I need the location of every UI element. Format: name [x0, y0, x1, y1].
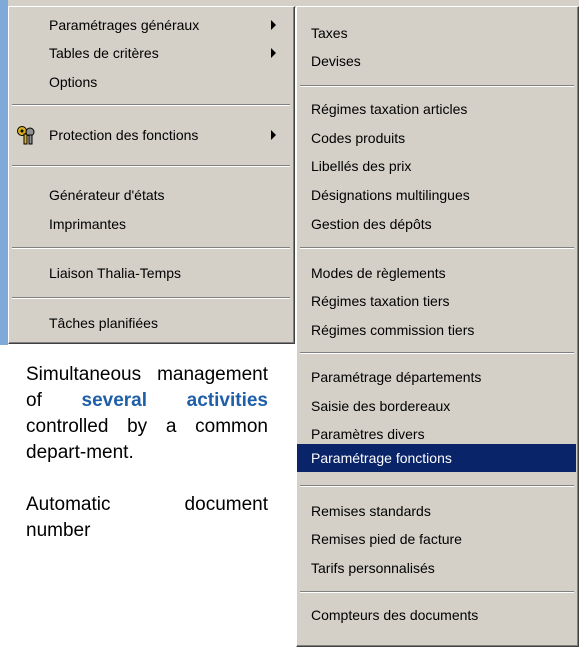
- submenu-arrow-icon: [271, 20, 276, 30]
- submenu-item-compteurs-documents[interactable]: Compteurs des documents: [297, 599, 576, 631]
- menu-item-label: Régimes taxation articles: [311, 101, 468, 117]
- submenu-item-gestion-depots[interactable]: Gestion des dépôts: [297, 208, 576, 240]
- menu-item-label: Remises pied de facture: [311, 531, 462, 547]
- submenu-arrow-icon: [271, 48, 276, 58]
- menu-item-label: Liaison Thalia-Temps: [49, 265, 182, 281]
- menu-item-generateur-etats[interactable]: Générateur d'états: [9, 179, 292, 211]
- menu-item-liaison-thalia-temps[interactable]: Liaison Thalia-Temps: [9, 257, 292, 289]
- menu-item-label: Libellés des prix: [311, 158, 412, 174]
- menu-item-label: Tables de critères: [49, 45, 159, 61]
- menu-separator: [12, 297, 290, 299]
- app-background-edge: [0, 0, 8, 345]
- menu-separator: [12, 104, 290, 106]
- menu-item-label: Tarifs personnalisés: [311, 560, 435, 576]
- menu-item-label: Paramétrage départements: [311, 369, 482, 385]
- menu-separator: [12, 247, 290, 249]
- submenu-item-devises[interactable]: Devises: [297, 45, 576, 77]
- keys-icon: [17, 126, 35, 145]
- description-text: controlled by a common depart-ment.: [26, 416, 268, 463]
- menu-item-label: Protection des fonctions: [49, 127, 199, 143]
- submenu-arrow-icon: [271, 130, 276, 140]
- menu-item-label: Gestion des dépôts: [311, 216, 432, 232]
- menu-item-label: Régimes commission tiers: [311, 322, 475, 338]
- description-highlight: several activities: [81, 390, 269, 411]
- menu-separator: [300, 247, 574, 249]
- menu-item-protection-fonctions[interactable]: Protection des fonctions: [9, 119, 292, 151]
- menu-item-label: Désignations multilingues: [311, 187, 470, 203]
- menu-item-label: Tâches planifiées: [49, 315, 158, 331]
- submenu-item-regimes-taxation-tiers[interactable]: Régimes taxation tiers: [297, 285, 576, 317]
- menu-item-options[interactable]: Options: [9, 66, 292, 98]
- menu-item-label: Régimes taxation tiers: [311, 293, 450, 309]
- menu-separator: [12, 165, 290, 167]
- feature-description: Simultaneous management of several activ…: [26, 362, 268, 570]
- submenu-item-tarifs-personnalises[interactable]: Tarifs personnalisés: [297, 552, 576, 584]
- menu-item-label: Paramétrage fonctions: [311, 450, 452, 466]
- description-paragraph-2: Automatic document number: [26, 494, 268, 541]
- menu-separator: [300, 591, 574, 593]
- menu-item-imprimantes[interactable]: Imprimantes: [9, 208, 292, 240]
- menu-item-label: Générateur d'états: [49, 187, 165, 203]
- main-menu: Paramétrages généraux Tables de critères…: [8, 6, 295, 344]
- menu-item-label: Compteurs des documents: [311, 607, 479, 623]
- menu-item-label: Options: [49, 74, 98, 90]
- submenu-item-remises-pied-facture[interactable]: Remises pied de facture: [297, 523, 576, 555]
- submenu-item-regimes-taxation-articles[interactable]: Régimes taxation articles: [297, 93, 576, 125]
- menu-separator: [300, 485, 574, 487]
- submenu-item-parametrage-fonctions[interactable]: Paramétrage fonctions: [297, 444, 576, 472]
- menu-item-label: Devises: [311, 53, 361, 69]
- submenu-item-libelles-prix[interactable]: Libellés des prix: [297, 150, 576, 182]
- menu-item-taches-planifiees[interactable]: Tâches planifiées: [9, 307, 292, 339]
- menu-separator: [300, 85, 574, 87]
- menu-item-tables-criteres[interactable]: Tables de critères: [9, 37, 292, 69]
- menu-item-label: Imprimantes: [49, 216, 127, 232]
- menu-separator: [300, 352, 574, 354]
- submenu-item-regimes-commission-tiers[interactable]: Régimes commission tiers: [297, 314, 576, 346]
- submenu-item-parametrage-departements[interactable]: Paramétrage départements: [297, 361, 576, 393]
- submenu-item-designations-multilingues[interactable]: Désignations multilingues: [297, 179, 576, 211]
- description-paragraph-1: Simultaneous management of several activ…: [26, 362, 268, 466]
- submenu-parametrages-generaux: Taxes Devises Régimes taxation articles …: [296, 6, 579, 647]
